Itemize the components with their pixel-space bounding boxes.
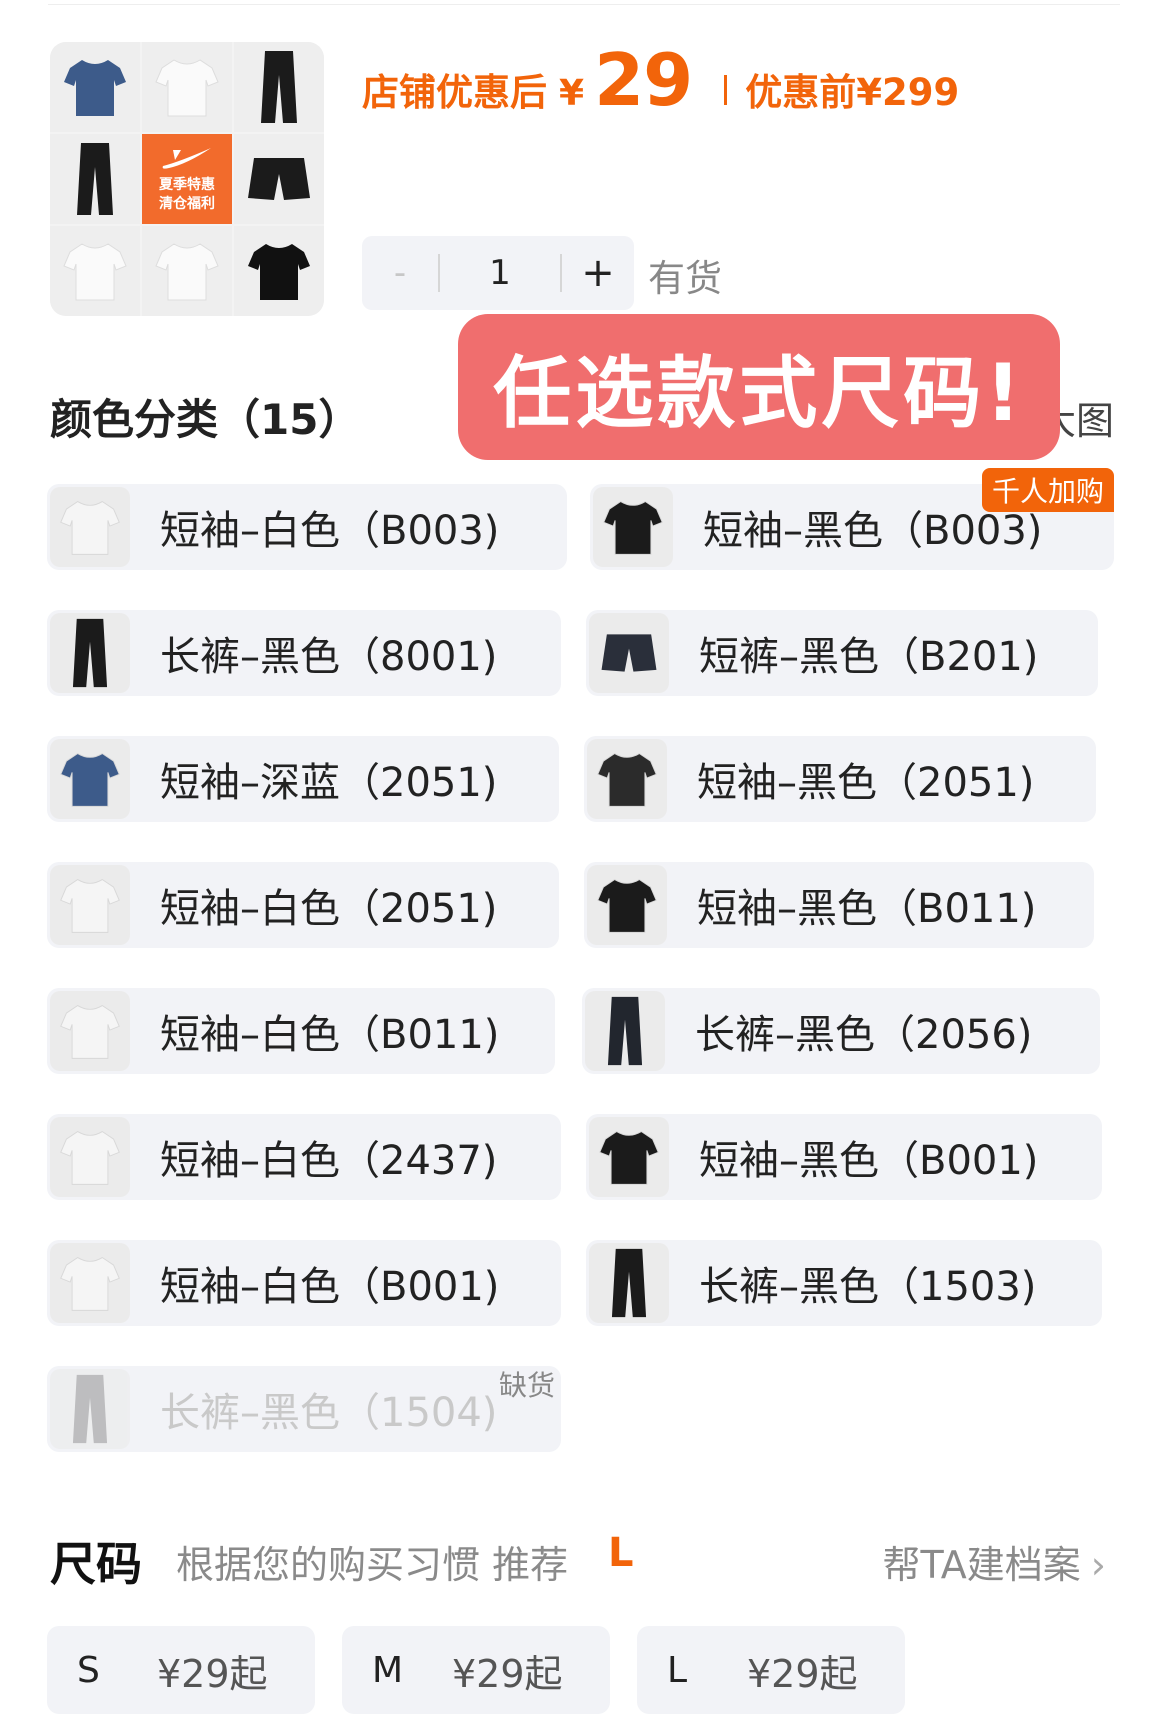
size-option-l[interactable]: L ¥29起 — [637, 1626, 905, 1714]
size-label: S — [77, 1649, 100, 1691]
variant-label: 短袖–黑色（B011) — [697, 886, 1037, 932]
top-divider — [48, 4, 1120, 5]
promo-banner: 任选款式尺码! — [458, 314, 1060, 460]
collage-tee-blue — [50, 42, 140, 132]
size-section-title: 尺码 — [50, 1537, 142, 1591]
brand-logo — [162, 148, 211, 169]
promo-line-1: 夏季特惠 — [159, 177, 215, 193]
variant-option[interactable]: 长裤–黑色（1503) — [586, 1240, 1102, 1326]
price-before-value: ¥299 — [856, 71, 960, 114]
pants-thumbnail — [589, 1243, 669, 1323]
variant-label: 短裤–黑色（B201) — [699, 634, 1039, 680]
color-section-title: 颜色分类（15） — [50, 395, 361, 444]
collage-tee-black — [234, 226, 324, 316]
variant-option[interactable]: 短袖–黑色（B003) 千人加购 — [590, 468, 1114, 570]
collage-pants-black-2 — [50, 134, 140, 224]
tee-thumbnail — [50, 1243, 130, 1323]
price-separator — [724, 75, 728, 105]
size-option-s[interactable]: S ¥29起 — [47, 1626, 315, 1714]
variant-option: 长裤–黑色（1504) 缺货 — [47, 1366, 561, 1452]
tee-thumbnail — [589, 1117, 669, 1197]
variant-label: 短袖–白色（2051) — [160, 886, 498, 932]
tee-thumbnail — [50, 1117, 130, 1197]
variant-option[interactable]: 长裤–黑色（2056) — [582, 988, 1100, 1074]
stock-status: 有货 — [648, 257, 722, 300]
variant-label: 短袖–黑色（B001) — [699, 1138, 1039, 1184]
shorts-thumbnail — [589, 613, 669, 693]
variant-label: 长裤–黑色（1503) — [699, 1264, 1037, 1310]
variant-label: 短袖–白色（B011) — [160, 1012, 500, 1058]
variant-option[interactable]: 短袖–白色（2437) — [47, 1114, 561, 1200]
price-row: 店铺优惠后 ¥ 29 优惠前 ¥299 — [362, 38, 960, 122]
variant-option[interactable]: 短袖–白色（B001) — [47, 1240, 561, 1326]
variant-option[interactable]: 短袖–深蓝（2051) — [47, 736, 559, 822]
quantity-stepper: - 1 + — [362, 236, 634, 310]
tee-thumbnail — [50, 865, 130, 945]
variant-label: 短袖–深蓝（2051) — [160, 760, 498, 806]
out-of-stock-badge: 缺货 — [498, 1369, 555, 1402]
pants-thumbnail — [50, 613, 130, 693]
variant-option[interactable]: 短袖–黑色（B001) — [586, 1114, 1102, 1200]
size-recommendation-hint: 根据您的购买习惯 推荐 — [176, 1543, 569, 1587]
pants-thumbnail — [585, 991, 665, 1071]
variant-label: 长裤–黑色（8001) — [160, 634, 498, 680]
chevron-right-icon: › — [1090, 1543, 1106, 1587]
variant-label: 长裤–黑色（1504) — [160, 1390, 498, 1436]
quantity-decrease-button[interactable]: - — [362, 253, 438, 293]
variant-option[interactable]: 短袖–白色（B011) — [47, 988, 555, 1074]
price-currency: ¥ — [559, 73, 585, 114]
tee-thumbnail — [50, 739, 130, 819]
variant-option[interactable]: 短袖–黑色（2051) — [584, 736, 1096, 822]
size-option-m[interactable]: M ¥29起 — [342, 1626, 610, 1714]
collage-tee-white — [142, 42, 232, 132]
promo-tile: 夏季特惠 清仓福利 — [142, 134, 232, 224]
create-profile-label: 帮TA建档案 — [882, 1543, 1081, 1587]
price-label: 店铺优惠后 — [362, 71, 547, 114]
popular-badge: 千人加购 — [981, 468, 1114, 512]
variant-option[interactable]: 短裤–黑色（B201) — [586, 610, 1098, 696]
variant-option[interactable]: 短袖–白色（B003) — [47, 484, 567, 570]
variant-label: 短袖–白色（2437) — [160, 1138, 498, 1184]
size-price: ¥29起 — [157, 1651, 268, 1696]
variant-label: 长裤–黑色（2056) — [695, 1012, 1033, 1058]
variant-option[interactable]: 长裤–黑色（8001) — [47, 610, 561, 696]
size-price: ¥29起 — [452, 1651, 563, 1696]
create-profile-link[interactable]: 帮TA建档案 › — [883, 1534, 1106, 1589]
price-before-label: 优惠前 — [745, 71, 857, 114]
variant-label: 短袖–黑色（2051) — [697, 760, 1035, 806]
tee-thumbnail — [593, 487, 673, 567]
product-image[interactable]: 夏季特惠 清仓福利 — [50, 42, 324, 316]
collage-shorts-black — [234, 134, 324, 224]
size-label: L — [667, 1649, 688, 1691]
tee-thumbnail — [587, 739, 667, 819]
tee-thumbnail — [50, 487, 130, 567]
variant-label: 短袖–白色（B001) — [160, 1264, 500, 1310]
variant-label: 短袖–白色（B003) — [160, 508, 500, 554]
variant-option[interactable]: 短袖–白色（2051) — [47, 862, 559, 948]
collage-tee-white-2 — [50, 226, 140, 316]
variant-option[interactable]: 短袖–黑色（B011) — [584, 862, 1094, 948]
quantity-increase-button[interactable]: + — [562, 250, 634, 296]
quantity-value[interactable]: 1 — [440, 253, 560, 293]
pants-thumbnail — [50, 1369, 130, 1449]
size-label: M — [372, 1649, 404, 1691]
size-price: ¥29起 — [747, 1651, 858, 1696]
collage-tee-white-3 — [142, 226, 232, 316]
promo-line-2: 清仓福利 — [159, 196, 215, 212]
recommended-size: L — [608, 1530, 634, 1576]
collage-pants-black — [234, 42, 324, 132]
tee-thumbnail — [50, 991, 130, 1071]
tee-thumbnail — [587, 865, 667, 945]
price-value: 29 — [594, 38, 693, 122]
